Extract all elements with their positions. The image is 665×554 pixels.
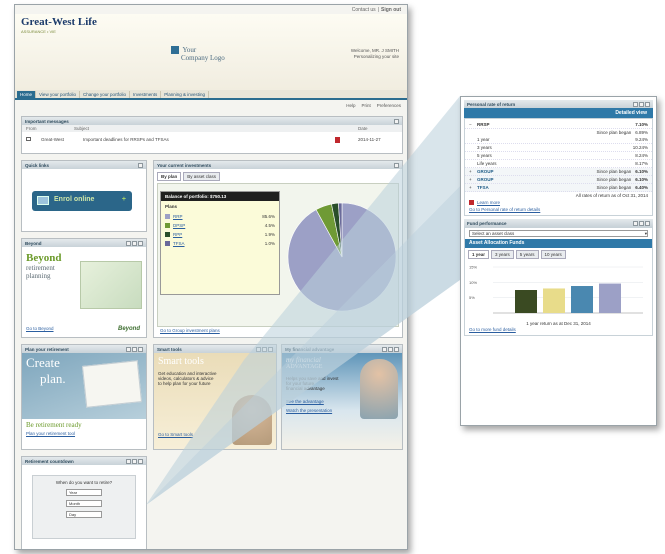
period-label: 3 years <box>477 145 492 150</box>
fund-return-rate: 6.10% <box>635 177 648 182</box>
main-fund-sub-rate: 6.89% <box>635 130 648 135</box>
tab-1-year[interactable]: 1 year <box>468 250 490 259</box>
minimize-icon[interactable] <box>645 101 650 107</box>
main-fund-name: RRSP <box>477 122 490 127</box>
y-tick-label: 5% <box>469 295 475 300</box>
tab-3-years[interactable]: 3 years <box>491 250 514 259</box>
expand-icon[interactable]: + <box>469 169 477 174</box>
print-icon[interactable] <box>639 101 644 107</box>
rate-of-return-body: − RRSP 7.10% Since plan began 6.89% 1 ye… <box>464 118 653 216</box>
fund-return-rate: 6.10% <box>635 169 648 174</box>
main-fund-row[interactable]: − RRSP 7.10% <box>465 119 652 129</box>
expand-icon[interactable]: + <box>469 185 477 190</box>
main-fund-sub: Since plan began <box>596 130 632 135</box>
y-tick-label: 15% <box>469 265 477 270</box>
other-funds-list: + GROUP Since plan began 6.10% + GROUP Since p… <box>465 168 652 192</box>
period-value: 9.24% <box>635 137 648 142</box>
asset-allocation-band: Asset Allocation Funds <box>465 239 652 248</box>
fund-return-name: GROUP <box>477 169 494 174</box>
performance-bar[interactable] <box>599 283 621 313</box>
chevron-down-icon: − <box>469 122 472 127</box>
fund-return-row[interactable]: + GROUP Since plan began 6.10% <box>465 176 652 184</box>
rates-note: All rates of return as of Oct 31, 2014 <box>575 193 648 198</box>
y-tick-label: 10% <box>469 280 477 285</box>
main-fund-rate: 7.10% <box>635 122 648 127</box>
learn-more-link[interactable]: Learn more <box>477 200 500 205</box>
detailed-view-label: Detailed view <box>615 110 647 116</box>
performance-bar[interactable] <box>515 290 537 313</box>
rate-details-link[interactable]: Go to Personal rate of return details <box>465 206 652 215</box>
performance-bar[interactable] <box>571 286 593 313</box>
tab-5-years[interactable]: 5 years <box>515 250 539 259</box>
period-row: Life years 8.17% <box>465 160 652 168</box>
performance-bar[interactable] <box>543 288 565 313</box>
info-icon <box>469 200 474 205</box>
period-list: 1 year 9.24% 3 years 10.24% 5 years 8.24% Life… <box>465 136 652 168</box>
period-row: 5 years 8.24% <box>465 152 652 160</box>
fund-details-link[interactable]: Go to more fund details <box>465 326 652 335</box>
fund-return-note: Since plan began <box>596 169 632 174</box>
asset-class-select-value: Select an asset class <box>472 231 515 236</box>
tab-10-years[interactable]: 10 years <box>540 250 566 259</box>
fund-return-name: GROUP <box>477 177 494 182</box>
help-icon[interactable] <box>633 220 638 226</box>
print-icon[interactable] <box>639 220 644 226</box>
learn-more-row[interactable]: Learn more <box>465 199 652 206</box>
period-row: 1 year 9.24% <box>465 136 652 144</box>
period-row: 3 years 10.24% <box>465 144 652 152</box>
period-value: 8.24% <box>635 153 648 158</box>
chevron-down-icon: ▾ <box>644 231 647 236</box>
detailed-view-band[interactable]: Detailed view <box>464 108 653 118</box>
main-fund-sub-row: Since plan began 6.89% <box>465 129 652 136</box>
fund-performance-body: Select an asset class ▾ Asset Allocation… <box>464 227 653 336</box>
fund-performance-header: Fund performance <box>464 219 653 227</box>
fund-return-note: Since plan began <box>596 185 632 190</box>
minimize-icon[interactable] <box>645 220 650 226</box>
fund-performance-title: Fund performance <box>467 220 507 226</box>
performance-tabs: 1 year 3 years 5 years 10 years <box>465 248 652 259</box>
zoomed-detail: Personal rate of return Detailed view − … <box>460 96 657 426</box>
asset-allocation-label: Asset Allocation Funds <box>469 240 525 246</box>
help-icon[interactable] <box>633 101 638 107</box>
period-value: 10.24% <box>632 145 648 150</box>
fund-return-note: Since plan began <box>596 177 632 182</box>
fund-return-name: TFSA <box>477 185 489 190</box>
period-value: 8.17% <box>635 161 648 166</box>
fund-return-row[interactable]: + GROUP Since plan began 6.10% <box>465 168 652 176</box>
fund-performance-chart[interactable]: 15% 10% 5% <box>465 259 653 321</box>
period-label: 5 years <box>477 153 492 158</box>
expand-icon[interactable]: + <box>469 177 477 182</box>
fund-return-row[interactable]: + TFSA Since plan began 6.40% <box>465 184 652 192</box>
rate-of-return-header: Personal rate of return <box>464 100 653 108</box>
rate-of-return-title: Personal rate of return <box>467 101 516 107</box>
period-label: 1 year <box>477 137 490 142</box>
asset-class-select[interactable]: Select an asset class ▾ <box>469 230 648 237</box>
fund-return-rate: 6.40% <box>635 185 648 190</box>
period-label: Life years <box>477 161 497 166</box>
